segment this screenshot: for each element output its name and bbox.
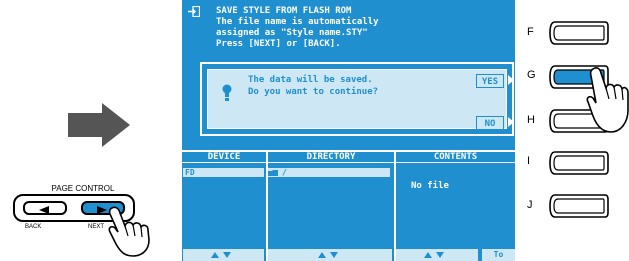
- button-label-j: J: [527, 199, 533, 211]
- pointing-hand-icon: [108, 206, 150, 257]
- back-button[interactable]: [23, 201, 67, 215]
- function-button-j[interactable]: [549, 194, 609, 218]
- to-button[interactable]: To: [482, 249, 515, 261]
- down-arrow-icon: [436, 252, 444, 258]
- dialog-line-2: Do you want to continue?: [248, 87, 379, 97]
- device-scroll-button[interactable]: [183, 249, 264, 261]
- confirm-dialog: The data will be saved. Do you want to c…: [200, 62, 514, 136]
- header-underline: [182, 162, 515, 163]
- up-arrow-icon: [424, 252, 432, 258]
- column-header-device: DEVICE: [207, 152, 241, 162]
- button-label-h: H: [527, 114, 535, 126]
- dialog-line-1: The data will be saved.: [248, 75, 373, 85]
- contents-status: No file: [411, 181, 449, 191]
- column-divider: [394, 150, 396, 261]
- function-button-f[interactable]: [549, 21, 609, 45]
- column-divider: [266, 150, 268, 261]
- up-arrow-icon: [318, 252, 326, 258]
- back-label: BACK: [25, 224, 42, 230]
- right-arrow-icon: [68, 103, 130, 147]
- yes-arrow-icon: [508, 75, 514, 85]
- directory-item-root[interactable]: /: [268, 168, 390, 177]
- save-icon: [188, 6, 200, 17]
- no-arrow-icon: [508, 117, 514, 127]
- message-line-1: The file name is automatically: [216, 17, 379, 27]
- info-bulb-icon: [222, 84, 232, 101]
- yes-button[interactable]: YES: [476, 74, 504, 88]
- column-header-directory: DIRECTORY: [306, 152, 356, 162]
- screen-title: SAVE STYLE FROM FLASH ROM: [216, 6, 352, 16]
- folder-icon: [268, 170, 278, 176]
- device-item-fd[interactable]: FD: [183, 168, 264, 177]
- button-label-f: F: [527, 26, 534, 38]
- down-arrow-icon: [330, 252, 338, 258]
- message-line-2: assigned as "Style name.STY": [216, 28, 368, 38]
- down-arrow-icon: [223, 252, 231, 258]
- button-label-g: G: [527, 69, 536, 81]
- button-label-i: I: [527, 155, 531, 167]
- back-arrow-icon: [39, 206, 49, 214]
- message-line-3: Press [NEXT] or [BACK].: [216, 39, 341, 49]
- no-button[interactable]: NO: [476, 116, 504, 130]
- contents-scroll-button[interactable]: [396, 249, 478, 261]
- column-header-contents: CONTENTS: [433, 152, 478, 162]
- up-arrow-icon: [211, 252, 219, 258]
- page-control-label: PAGE CONTROL: [51, 184, 115, 193]
- next-label: NEXT: [88, 224, 105, 230]
- pointing-hand-icon: [586, 66, 629, 133]
- directory-scroll-button[interactable]: [268, 249, 392, 261]
- dialog-body: The data will be saved. Do you want to c…: [207, 69, 507, 130]
- function-button-i[interactable]: [549, 151, 609, 175]
